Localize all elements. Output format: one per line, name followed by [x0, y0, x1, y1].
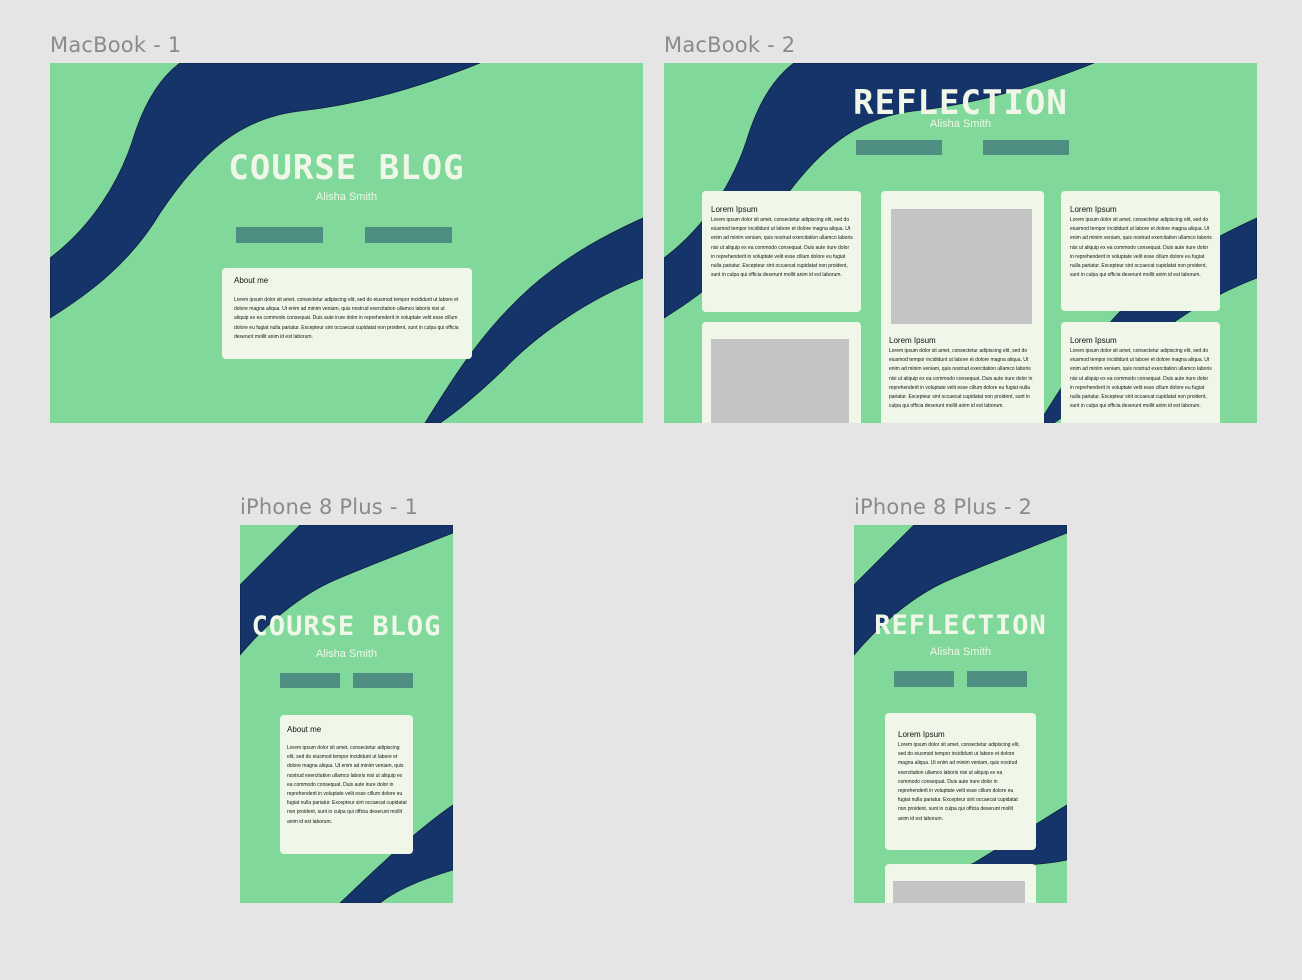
wave-decoration: [50, 63, 643, 423]
card-body: Lorem ipsum dolor sit amet, consectetur …: [711, 217, 853, 279]
author-name: Alisha Smith: [315, 191, 378, 203]
card-body: Lorem ipsum dolor sit amet, consectetur …: [898, 742, 1020, 822]
author-name: Alisha Smith: [315, 648, 378, 660]
artboard-iphone-1[interactable]: COURSE BLOG Alisha Smith About me Lorem …: [240, 525, 453, 903]
card-body: Lorem ipsum dolor sit amet, consectetur …: [1070, 217, 1212, 279]
post-card-3[interactable]: Lorem Ipsum Lorem ipsum dolor sit amet, …: [881, 191, 1044, 423]
artboard-label-macbook-1[interactable]: MacBook - 1: [50, 33, 181, 57]
nav-button-2[interactable]: [967, 671, 1027, 687]
card-body: Lorem ipsum dolor sit amet, consectetur …: [1070, 348, 1212, 410]
post-card-2[interactable]: [702, 322, 861, 423]
card-body: Lorem ipsum dolor sit amet, consectetur …: [287, 745, 407, 825]
image-placeholder: [891, 209, 1032, 324]
card-body: Lorem ipsum dolor sit amet, consectetur …: [889, 348, 1033, 410]
card-body: Lorem ipsum dolor sit amet, consectetur …: [234, 297, 459, 340]
artboard-iphone-2[interactable]: REFLECTION Alisha Smith Lorem Ipsum Lore…: [854, 525, 1067, 903]
page-title: REFLECTION: [853, 83, 1068, 123]
about-card: About me Lorem ipsum dolor sit amet, con…: [222, 268, 472, 359]
artboard-label-macbook-2[interactable]: MacBook - 2: [664, 33, 795, 57]
nav-button-2[interactable]: [353, 673, 413, 688]
image-placeholder: [893, 881, 1025, 903]
author-name: Alisha Smith: [929, 646, 992, 658]
nav-button-1[interactable]: [856, 140, 942, 155]
page-title: REFLECTION: [874, 610, 1047, 641]
artboard-macbook-1[interactable]: COURSE BLOG Alisha Smith About me Lorem …: [50, 63, 643, 423]
page-title: COURSE BLOG: [251, 611, 442, 642]
author-name: Alisha Smith: [929, 118, 992, 130]
card-heading: Lorem Ipsum: [1070, 336, 1117, 345]
about-card: About me Lorem ipsum dolor sit amet, con…: [280, 715, 413, 854]
card-heading: Lorem Ipsum: [711, 205, 758, 214]
nav-button-2[interactable]: [983, 140, 1069, 155]
card-heading: About me: [287, 725, 322, 734]
post-card-4[interactable]: Lorem Ipsum Lorem ipsum dolor sit amet, …: [1061, 191, 1220, 311]
card-heading: Lorem Ipsum: [1070, 205, 1117, 214]
card-heading: Lorem Ipsum: [898, 730, 945, 739]
artboard-label-iphone-2[interactable]: iPhone 8 Plus - 2: [854, 495, 1032, 519]
post-card-1[interactable]: Lorem Ipsum Lorem ipsum dolor sit amet, …: [885, 713, 1036, 850]
nav-button-1[interactable]: [236, 227, 323, 243]
post-card-5[interactable]: Lorem Ipsum Lorem ipsum dolor sit amet, …: [1061, 322, 1220, 423]
post-card-2[interactable]: [885, 864, 1036, 903]
nav-button-1[interactable]: [894, 671, 954, 687]
page-title: COURSE BLOG: [228, 148, 465, 188]
nav-button-1[interactable]: [280, 673, 340, 688]
nav-button-2[interactable]: [365, 227, 452, 243]
image-placeholder: [711, 339, 849, 423]
card-heading: Lorem Ipsum: [889, 336, 936, 345]
post-card-1[interactable]: Lorem Ipsum Lorem ipsum dolor sit amet, …: [702, 191, 861, 312]
card-heading: About me: [234, 276, 269, 285]
artboard-label-iphone-1[interactable]: iPhone 8 Plus - 1: [240, 495, 418, 519]
artboard-macbook-2[interactable]: REFLECTION Alisha Smith Lorem Ipsum Lore…: [664, 63, 1257, 423]
